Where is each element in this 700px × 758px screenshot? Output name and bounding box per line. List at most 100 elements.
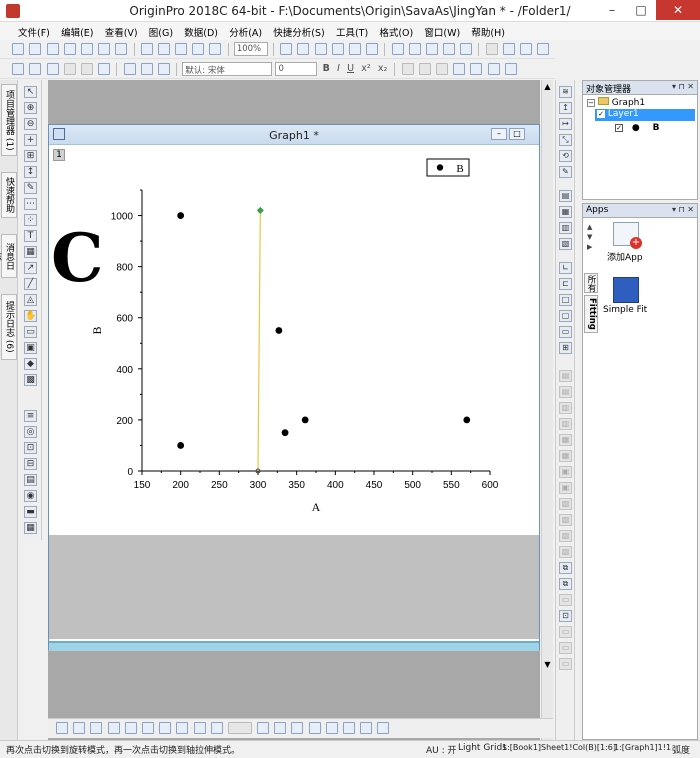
tab-fitting[interactable]: Fitting — [584, 295, 598, 333]
paste-format-icon[interactable]: ⧉ — [559, 578, 572, 590]
lock-icon[interactable]: ▭ — [559, 594, 572, 606]
ternary-icon[interactable] — [308, 722, 321, 734]
timestamp-icon[interactable]: □ — [559, 294, 572, 306]
tab-all[interactable]: 所有 — [584, 273, 598, 293]
pointer-icon[interactable]: ↖ — [24, 86, 37, 98]
ungroup-icon[interactable]: ▣ — [559, 482, 572, 494]
box-plot-icon[interactable] — [141, 722, 154, 734]
backward-icon[interactable]: ▨ — [559, 546, 572, 558]
3d-surface-icon[interactable] — [257, 722, 270, 734]
3d-bar-icon[interactable] — [291, 722, 304, 734]
group-icon[interactable]: ▣ — [559, 466, 572, 478]
subscript-button[interactable]: x₂ — [378, 63, 387, 74]
import-icon[interactable] — [192, 43, 205, 55]
scatter-plot-icon[interactable] — [73, 722, 86, 734]
scale-tool-icon[interactable]: ⊡ — [24, 442, 37, 454]
table-tool-icon[interactable]: ▤ — [24, 474, 37, 486]
font-size-select[interactable]: 0 — [275, 62, 318, 76]
scroll-up-icon[interactable]: ▲ — [543, 82, 552, 92]
scrollbar-thumb-icon[interactable] — [227, 722, 252, 734]
fill-color-icon[interactable] — [470, 63, 483, 75]
fill-icon[interactable]: ▩ — [24, 374, 37, 386]
region-icon[interactable]: ⁘ — [24, 214, 37, 226]
new-layout-icon[interactable] — [98, 43, 111, 55]
show-icon[interactable]: ▭ — [559, 642, 572, 654]
code-builder-icon[interactable] — [331, 43, 344, 55]
axis-icon[interactable] — [12, 63, 25, 75]
line-width-icon[interactable] — [487, 63, 500, 75]
layer-checkbox[interactable]: ✓ — [597, 110, 605, 118]
menu-file[interactable]: 文件(F) — [14, 22, 54, 40]
collapse-icon[interactable]: − — [587, 99, 595, 107]
add-column-icon[interactable] — [485, 43, 498, 55]
tab-hint-log[interactable]: 提示日志 (6) — [1, 294, 17, 360]
screen-reader-icon[interactable]: + — [24, 134, 37, 146]
close-button[interactable]: ✕ — [656, 0, 700, 20]
menu-window[interactable]: 窗口(W) — [420, 22, 464, 40]
properties-icon[interactable]: ▭ — [559, 658, 572, 670]
align-left-icon[interactable] — [401, 63, 414, 75]
font-color-icon[interactable] — [504, 63, 517, 75]
menu-quick-analysis[interactable]: 快捷分析(S) — [269, 22, 328, 40]
arrange-layers-icon[interactable]: ▥ — [559, 222, 572, 234]
plot-details-icon[interactable] — [29, 63, 42, 75]
tab-message-log[interactable]: 消息日志 — [0, 234, 17, 278]
object-tool-icon[interactable]: ◉ — [24, 490, 37, 502]
new-workbook-icon[interactable] — [29, 43, 42, 55]
new-function-icon[interactable] — [80, 43, 93, 55]
new-project-icon[interactable] — [12, 43, 25, 55]
menu-analysis[interactable]: 分析(A) — [225, 22, 266, 40]
tab-project-explorer[interactable]: 项目管理器 (1) — [1, 84, 17, 156]
axis-swap-icon[interactable]: ⊏ — [559, 278, 572, 290]
export-icon[interactable] — [209, 43, 222, 55]
polygon-tool-icon[interactable]: ◬ — [24, 294, 37, 306]
add-app-icon[interactable]: + — [613, 222, 642, 249]
project-explorer-icon[interactable] — [391, 43, 404, 55]
text-tool-icon[interactable]: T — [24, 230, 37, 242]
menu-data[interactable]: 数据(D) — [180, 22, 222, 40]
save-template-icon[interactable] — [175, 43, 188, 55]
font-select[interactable]: 默认: 宋体 — [182, 62, 273, 76]
arrow-tool-icon[interactable]: ↗ — [24, 262, 37, 274]
copy-icon[interactable] — [140, 63, 153, 75]
zoom-out-icon[interactable]: ⊖ — [24, 118, 37, 130]
add-legend-icon[interactable]: ▤ — [559, 190, 572, 202]
menu-edit[interactable]: 编辑(E) — [57, 22, 97, 40]
draw-data-icon[interactable]: ✎ — [24, 182, 37, 194]
frame-icon[interactable] — [80, 63, 93, 75]
tree-layer[interactable]: ✓ Layer1 — [595, 109, 695, 121]
rescale-both-icon[interactable]: ⤡ — [559, 134, 572, 146]
area-plot-icon[interactable] — [124, 722, 137, 734]
apps-scroll-arrows[interactable]: ▲ ▼ ▶ — [587, 222, 592, 252]
stat-plot-icon[interactable] — [159, 722, 172, 734]
template-icon[interactable] — [325, 722, 338, 734]
plot-checkbox[interactable]: ✓ — [615, 124, 623, 132]
add-layer-icon[interactable]: ▦ — [559, 206, 572, 218]
panel-controls[interactable]: ▾ ⊓ ✕ — [672, 82, 694, 91]
merge-icon[interactable] — [98, 63, 111, 75]
child-minimize-button[interactable]: – — [491, 128, 507, 140]
vector-icon[interactable] — [360, 722, 373, 734]
zoom-in-icon[interactable]: ≋ — [559, 86, 572, 98]
front-icon[interactable]: ▧ — [559, 498, 572, 510]
rescale-auto-icon[interactable]: ⟲ — [559, 150, 572, 162]
italic-button[interactable]: I — [337, 63, 340, 74]
scroll-down-icon[interactable]: ▼ — [543, 660, 552, 670]
3d-scatter-icon[interactable] — [274, 722, 287, 734]
script-window-icon[interactable] — [425, 43, 438, 55]
legend-tool-icon[interactable]: ⊟ — [24, 458, 37, 470]
folder-tool-icon[interactable]: ▬ — [24, 506, 37, 518]
forward-icon[interactable]: ▨ — [559, 530, 572, 542]
export-graph-icon[interactable]: ⊞ — [559, 342, 572, 354]
menu-help[interactable]: 帮助(H) — [467, 22, 509, 40]
underline-button[interactable]: U — [347, 63, 354, 74]
frame-toggle-icon[interactable]: ▢ — [559, 310, 572, 322]
message-log-icon[interactable] — [408, 43, 421, 55]
menu-tools[interactable]: 工具(T) — [332, 22, 372, 40]
align-top-icon[interactable]: ▤ — [559, 370, 572, 382]
refresh-icon[interactable] — [297, 43, 310, 55]
merge-graphs-icon[interactable]: ▧ — [559, 238, 572, 250]
distribute-icon[interactable]: ▦ — [559, 450, 572, 462]
hand-icon[interactable]: ✋ — [24, 310, 37, 322]
back-icon[interactable]: ▧ — [559, 514, 572, 526]
